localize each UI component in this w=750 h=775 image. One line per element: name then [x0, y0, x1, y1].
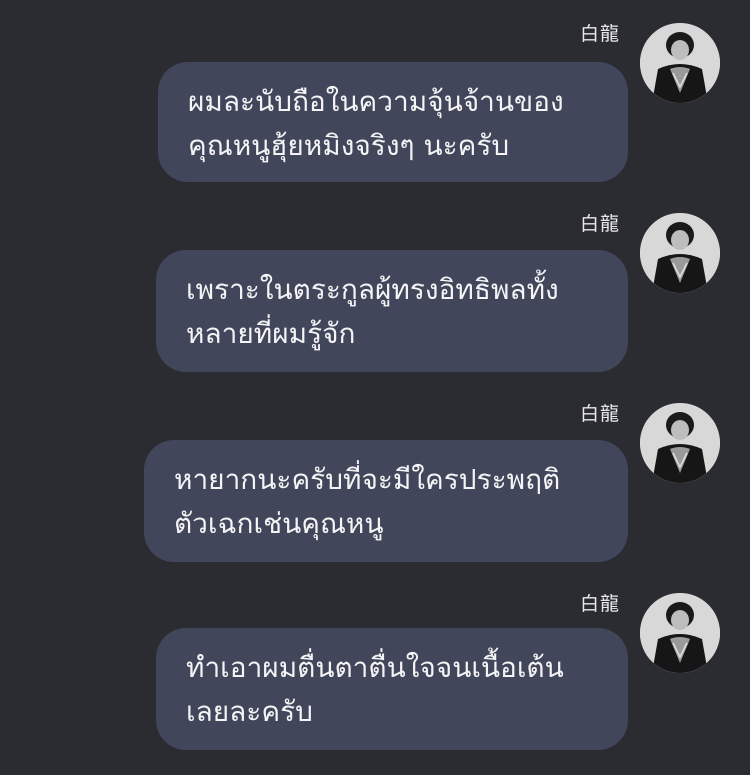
avatar-photo-icon [640, 593, 720, 673]
sender-name: 白龍 [579, 23, 620, 45]
message-text-line: คุณหนูฮุ้ยหมิงจริงๆ นะครับ [188, 129, 510, 162]
sender-name: 白龍 [579, 593, 620, 615]
avatar-photo-icon [640, 403, 720, 483]
sender-name: 白龍 [579, 213, 620, 235]
avatar[interactable] [640, 213, 720, 293]
message-group: 白龍 หายากนะครับที่จะมีใครประพฤติ ตัวเฉกเช… [0, 402, 750, 572]
message-text-line: ทำเอาผมตื่นตาตื่นใจจนเนื้อเต้น [186, 651, 564, 684]
chat-view: 白龍 ผมละนับถือในความจุ้นจ้านของ คุณหนูฮุ้… [0, 0, 750, 775]
message-group: 白龍 ทำเอาผมตื่นตาตื่นใจจนเนื้อเต้น เลยละค… [0, 592, 750, 762]
message-group: 白龍 ผมละนับถือในความจุ้นจ้านของ คุณหนูฮุ้… [0, 22, 750, 192]
message-group: 白龍 เพราะในตระกูลผู้ทรงอิทธิพลทั้ง หลายที… [0, 212, 750, 382]
message-text-line: ผมละนับถือในความจุ้นจ้านของ [188, 85, 564, 118]
message-bubble[interactable]: ผมละนับถือในความจุ้นจ้านของ คุณหนูฮุ้ยหม… [158, 62, 628, 182]
message-text-line: หลายที่ผมรู้จัก [186, 317, 356, 350]
avatar[interactable] [640, 593, 720, 673]
message-text-line: ตัวเฉกเช่นคุณหนู [174, 507, 384, 540]
avatar-photo-icon [640, 23, 720, 103]
message-text-line: หายากนะครับที่จะมีใครประพฤติ [174, 463, 561, 496]
avatar-photo-icon [640, 213, 720, 293]
sender-name: 白龍 [579, 403, 620, 425]
message-bubble[interactable]: เพราะในตระกูลผู้ทรงอิทธิพลทั้ง หลายที่ผม… [156, 250, 628, 372]
avatar[interactable] [640, 403, 720, 483]
message-bubble[interactable]: ทำเอาผมตื่นตาตื่นใจจนเนื้อเต้น เลยละครับ [156, 628, 628, 750]
message-bubble[interactable]: หายากนะครับที่จะมีใครประพฤติ ตัวเฉกเช่นค… [144, 440, 628, 562]
message-text-line: เลยละครับ [186, 695, 313, 728]
message-text-line: เพราะในตระกูลผู้ทรงอิทธิพลทั้ง [186, 273, 559, 306]
avatar[interactable] [640, 23, 720, 103]
